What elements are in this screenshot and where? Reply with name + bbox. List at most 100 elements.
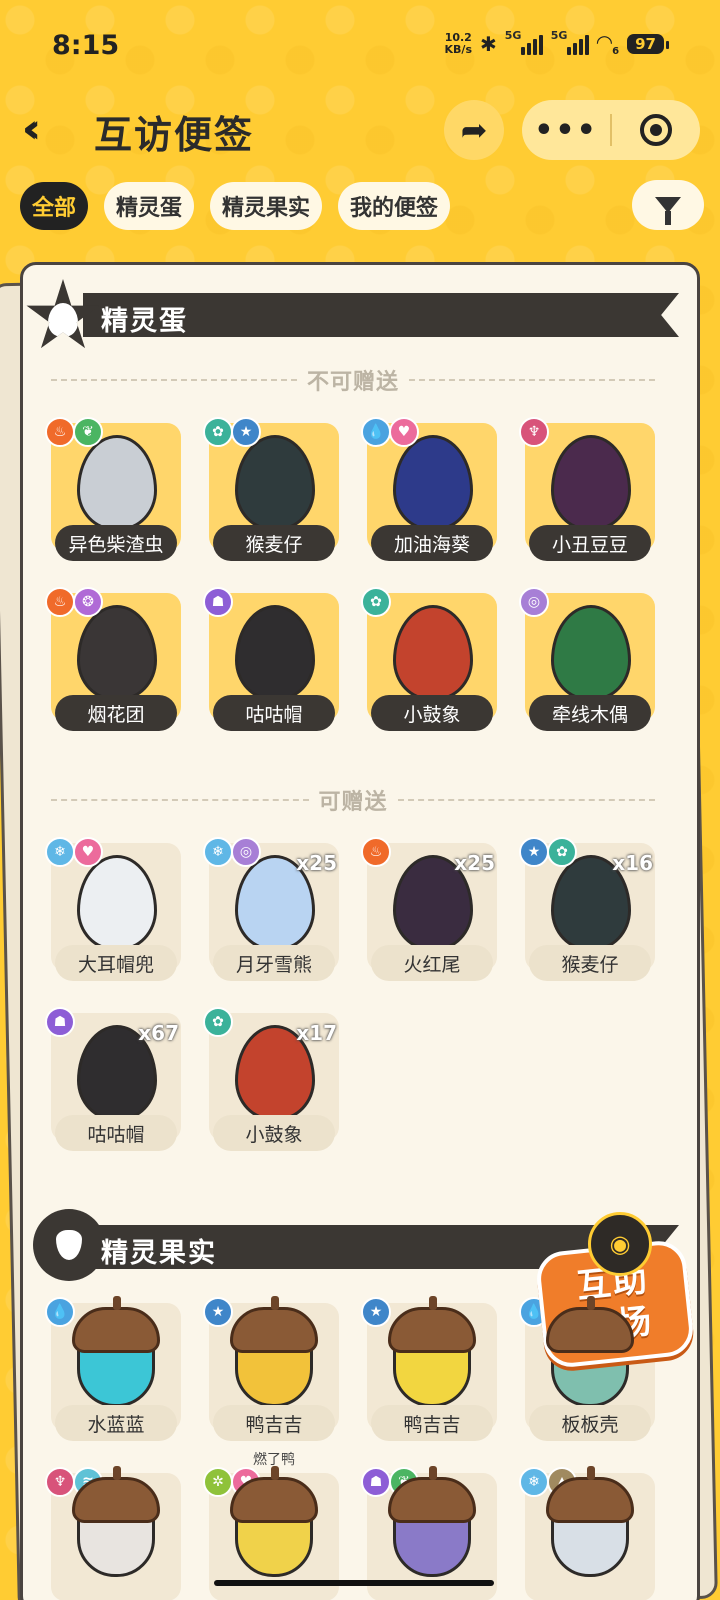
section-title-fruits: 精灵果实 (101, 1238, 217, 1269)
ghost-type-icon: ☗ (203, 587, 233, 617)
filter-button[interactable] (632, 180, 704, 230)
egg-icon (393, 435, 473, 531)
egg-icon (77, 855, 157, 951)
gear-type-icon: ✿ (361, 587, 391, 617)
header: ‹‹ 互访便签 ➦ ••• (0, 96, 720, 166)
egg-name: 小鼓象 (213, 1115, 335, 1151)
type-badges: ❄ ◎ (203, 837, 261, 867)
fruit-grid: 💧水蓝蓝★鸭吉吉燃了鸭★鸭吉吉💧板板壳♆≋✲♥☗❦❄▲ (45, 1296, 655, 1600)
egg-count: x16 (612, 851, 653, 875)
acorn-cap-icon (546, 1466, 634, 1523)
type-badges: 💧 (45, 1297, 75, 1327)
gear-type-icon: ✿ (547, 837, 577, 867)
divider-giftable: 可赠送 (51, 785, 656, 815)
type-badges: ★ (361, 1297, 391, 1327)
fruit-name: 水蓝蓝 (55, 1405, 177, 1441)
egg-count: x25 (454, 851, 495, 875)
divider-not-giftable: 不可赠送 (51, 365, 656, 395)
egg-tile[interactable]: ✿ 小鼓象 (361, 587, 497, 731)
egg-tile[interactable]: ❄ ◎ x25 月牙雪熊 (203, 837, 339, 981)
egg-tile[interactable]: ✿ ★ 猴麦仔 (203, 417, 339, 561)
type-badges: ★ (203, 1297, 233, 1327)
egg-icon (551, 605, 631, 701)
share-button[interactable]: ➦ (444, 100, 504, 160)
ghost-type-icon: ☗ (361, 1467, 391, 1497)
egg-name: 烟花团 (55, 695, 177, 731)
heart-type-icon: ♥ (389, 417, 419, 447)
share-arrow-icon: ➦ (460, 111, 488, 149)
demon-type-icon: ♆ (45, 1467, 75, 1497)
egg-name: 月牙雪熊 (213, 945, 335, 981)
type-badges: 💧 ♥ (361, 417, 419, 447)
fire-type-icon: ♨ (45, 417, 75, 447)
fruit-tile[interactable]: ★ 鸭吉吉 (361, 1296, 497, 1441)
egg-tile[interactable]: ❄ ♥ 大耳帽兜 (45, 837, 181, 981)
net-speed: 10.2 KB/s (444, 30, 472, 56)
egg-name: 猴麦仔 (529, 945, 651, 981)
tab-my-notes[interactable]: 我的便签 (338, 182, 451, 230)
fire-type-icon: ♨ (361, 837, 391, 867)
fruit-tile[interactable]: 💧 水蓝蓝 (45, 1296, 181, 1441)
fruit-name: 鸭吉吉 (213, 1405, 335, 1441)
acorn-icon (33, 1209, 105, 1281)
spiral-type-icon: ◎ (519, 587, 549, 617)
star-type-icon: ★ (203, 1297, 233, 1327)
type-badges: ☗ (203, 587, 233, 617)
tab-all[interactable]: 全部 (20, 182, 89, 230)
fire-type-icon: ♨ (45, 587, 75, 617)
type-badges: ♆ (519, 417, 549, 447)
egg-icon (235, 435, 315, 531)
tab-eggs[interactable]: 精灵蛋 (104, 182, 195, 230)
wifi-icon: ◠6 (596, 30, 620, 57)
egg-tile[interactable]: ☗ 咕咕帽 (203, 587, 339, 731)
fruit-tile[interactable]: ♆≋ (45, 1466, 181, 1600)
acorn-cap-icon (230, 1296, 318, 1353)
star-type-icon: ★ (231, 417, 261, 447)
egg-tile[interactable]: ♨ ❦ 异色柴渣虫 (45, 417, 181, 561)
egg-tile[interactable]: 💧 ♥ 加油海葵 (361, 417, 497, 561)
egg-tile[interactable]: ★ ✿ x16 猴麦仔 (519, 837, 655, 981)
egg-name: 小丑豆豆 (529, 525, 651, 561)
type-badges: ♨ ❂ (45, 587, 103, 617)
heart-type-icon: ♥ (73, 837, 103, 867)
star-type-icon: ★ (361, 1297, 391, 1327)
type-badges: ♨ ❦ (45, 417, 103, 447)
poison-type-icon: ❂ (73, 587, 103, 617)
water-type-icon: 💧 (361, 417, 391, 447)
back-button[interactable]: ‹‹ (22, 106, 41, 152)
close-button[interactable] (612, 114, 700, 146)
egg-name: 牵线木偶 (529, 695, 651, 731)
home-indicator[interactable] (214, 1580, 494, 1586)
double-chevron-left-icon: ‹‹ (22, 106, 41, 152)
egg-name: 咕咕帽 (55, 1115, 177, 1151)
egg-icon (235, 605, 315, 701)
egg-tile[interactable]: ♨ ❂ 烟花团 (45, 587, 181, 731)
egg-tile[interactable]: ♆ 小丑豆豆 (519, 417, 655, 561)
more-button[interactable]: ••• (522, 113, 610, 148)
egg-tile[interactable]: ♨ x25 火红尾 (361, 837, 497, 981)
page-title: 互访便签 (94, 113, 255, 157)
tab-fruits[interactable]: 精灵果实 (210, 182, 323, 230)
egg-tile[interactable]: ◎ 牵线木偶 (519, 587, 655, 731)
bluetooth-icon: ✱ (480, 31, 497, 56)
demon-type-icon: ♆ (519, 417, 549, 447)
fruit-tile[interactable]: ★ 鸭吉吉 燃了鸭 (203, 1296, 339, 1468)
fruit-tile[interactable]: ❄▲ (519, 1466, 655, 1600)
ice-type-icon: ❄ (519, 1467, 549, 1497)
gear-type-icon: ✿ (203, 1007, 233, 1037)
egg-count: x25 (296, 851, 337, 875)
signal-icon-1: 5G (505, 29, 543, 55)
egg-count: x17 (296, 1021, 337, 1045)
spiral-type-icon: ◎ (231, 837, 261, 867)
egg-tile[interactable]: ☗ x67 咕咕帽 (45, 1007, 181, 1151)
egg-icon (393, 605, 473, 701)
signal-icon-2: 5G (551, 29, 589, 55)
type-badges: ✿ (361, 587, 391, 617)
section-title-eggs: 精灵蛋 (101, 306, 188, 337)
egg-grid-not-giftable: ♨ ❦ 异色柴渣虫 ✿ ★ 猴麦仔 💧 ♥ 加油海葵 ♆ 小丑豆豆 ♨ ❂ 烟花团 ☗ 咕咕帽 ✿ 小鼓象 ◎ 牵线木… (45, 417, 655, 731)
fruit-name: 板板壳 (529, 1405, 651, 1441)
gear-type-icon: ✿ (203, 417, 233, 447)
acorn-cap-icon (388, 1296, 476, 1353)
star-type-icon: ★ (519, 837, 549, 867)
egg-tile[interactable]: ✿ x17 小鼓象 (203, 1007, 339, 1151)
